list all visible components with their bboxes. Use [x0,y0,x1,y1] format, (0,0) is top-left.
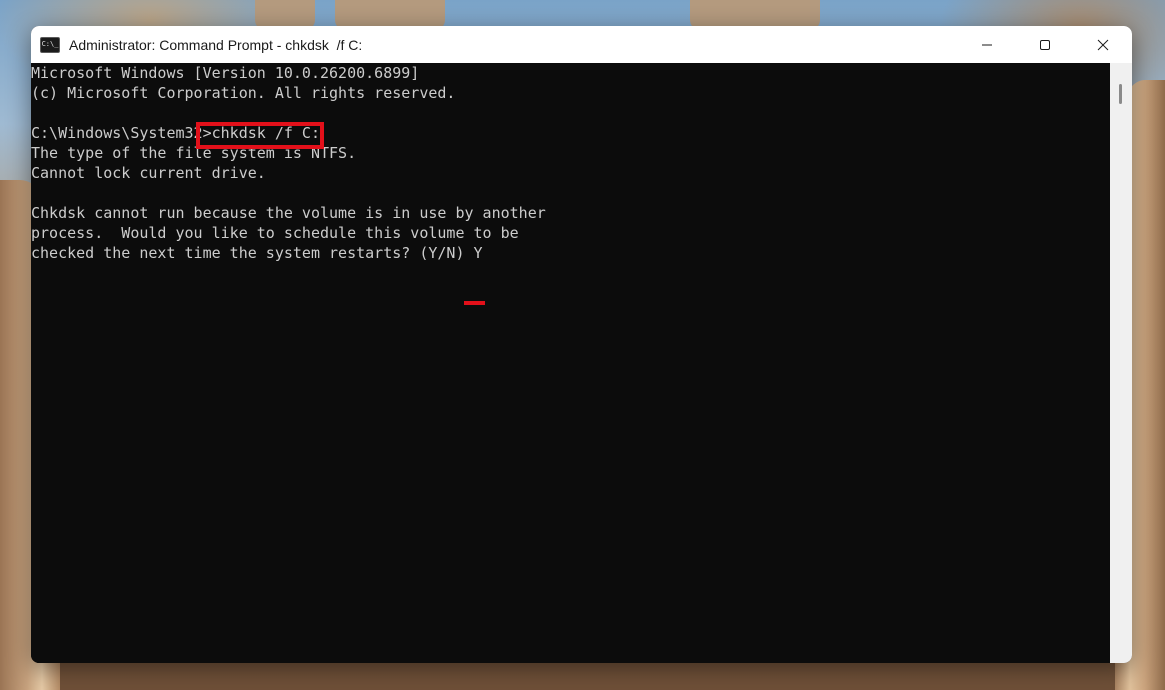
console-line: Microsoft Windows [Version 10.0.26200.68… [31,64,420,82]
command-prompt-icon[interactable]: C:\_ [40,36,60,53]
command-prompt-window: C:\_ Administrator: Command Prompt - chk… [31,26,1132,663]
maximize-icon [1040,39,1050,50]
maximize-button[interactable] [1016,26,1074,63]
caption-buttons [958,26,1132,63]
vertical-scrollbar[interactable] [1110,63,1132,663]
console-line: Cannot lock current drive. [31,164,266,182]
console-line: (c) Microsoft Corporation. All rights re… [31,84,456,102]
scrollbar-thumb[interactable] [1119,84,1122,104]
close-button[interactable] [1074,26,1132,63]
console-prompt-line: checked the next time the system restart… [31,244,483,262]
window-title: Administrator: Command Prompt - chkdsk /… [69,36,363,53]
console-line: Chkdsk cannot run because the volume is … [31,204,546,222]
title-bar[interactable]: C:\_ Administrator: Command Prompt - chk… [31,26,1132,63]
close-icon [1097,39,1109,50]
minimize-button[interactable] [958,26,1016,63]
console-output[interactable]: Microsoft Windows [Version 10.0.26200.68… [31,63,1110,663]
command-highlight-box [196,122,324,149]
console-line: process. Would you like to schedule this… [31,224,519,242]
minimize-icon [982,44,992,45]
answer-underline-mark [464,301,485,305]
